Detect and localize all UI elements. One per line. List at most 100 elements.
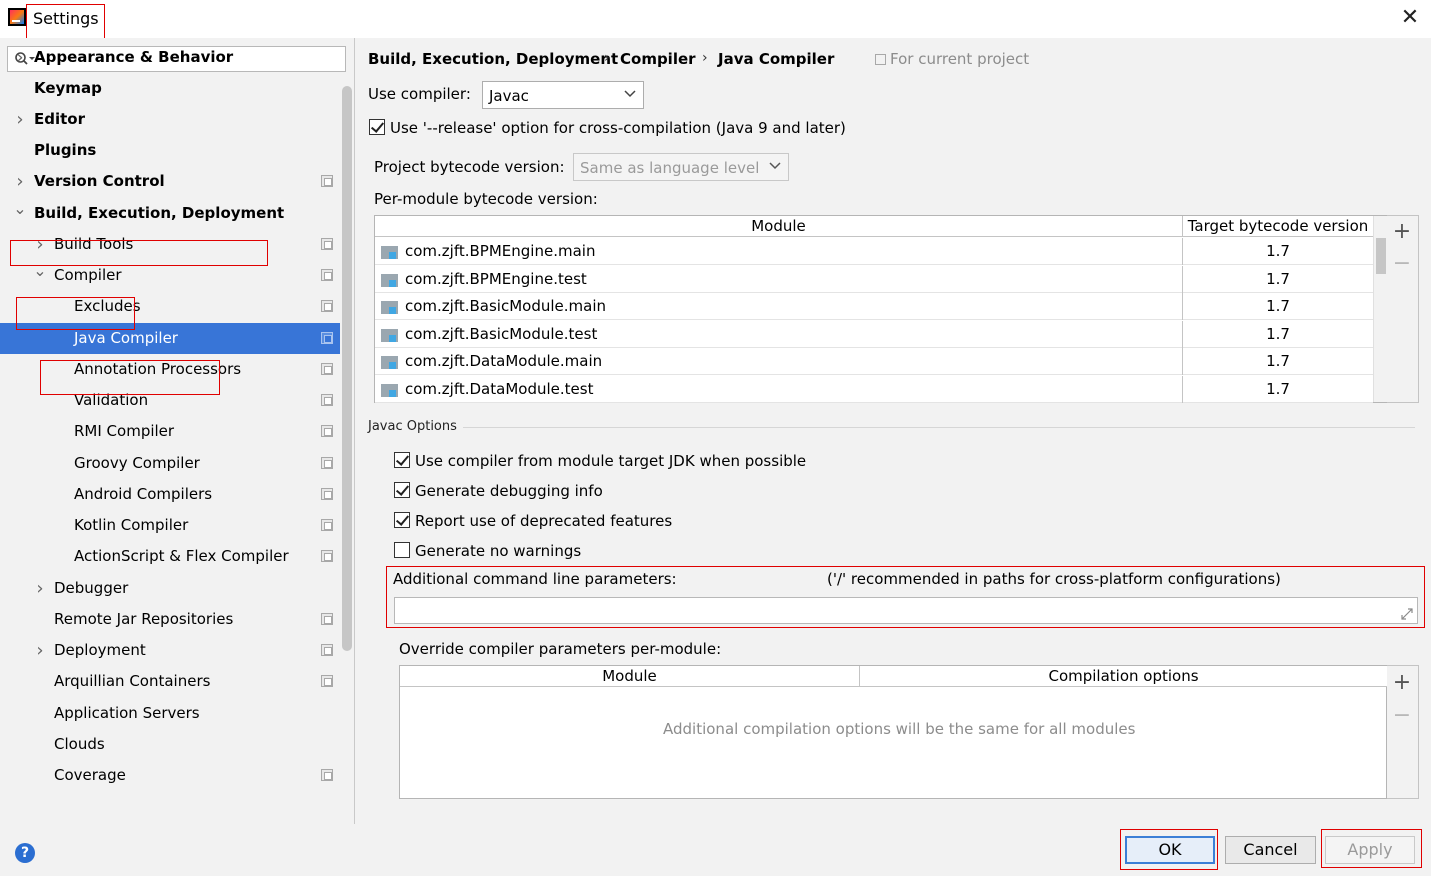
target-version[interactable]: 1.7	[1183, 376, 1373, 403]
chevron-right-icon[interactable]: ›	[33, 573, 47, 604]
override-module-column-header[interactable]: Module	[400, 666, 859, 687]
tree-item-label: Version Control	[34, 172, 165, 190]
no-warnings-label: Generate no warnings	[415, 542, 582, 560]
breadcrumb-build-execution[interactable]: Build, Execution, Deployment	[368, 50, 618, 68]
release-option-checkbox[interactable]	[369, 119, 385, 135]
module-table-toolbar: + −	[1387, 215, 1419, 403]
chevron-down-icon[interactable]: ⌄	[33, 260, 47, 282]
deprecated-features-label: Report use of deprecated features	[415, 512, 673, 530]
remove-module-button[interactable]: −	[1387, 250, 1417, 278]
module-column-header[interactable]: Module	[375, 216, 1182, 237]
help-button[interactable]: ?	[15, 843, 35, 863]
module-bytecode-table: Module Target bytecode version com.zjft.…	[374, 215, 1387, 403]
table-row[interactable]: com.zjft.BasicModule.test 1.7	[375, 320, 1373, 348]
tree-item-label: Debugger	[54, 579, 129, 597]
breadcrumb-compiler[interactable]: Compiler	[620, 50, 696, 68]
target-version[interactable]: 1.7	[1183, 266, 1373, 293]
debugging-info-checkbox[interactable]	[394, 482, 410, 498]
tree-item[interactable]: Kotlin Compiler	[0, 510, 340, 541]
tree-item[interactable]: › Build Tools	[0, 229, 340, 260]
chevron-right-icon[interactable]: ›	[13, 104, 27, 135]
tree-item[interactable]: Application Servers	[0, 698, 340, 729]
target-version[interactable]: 1.7	[1183, 321, 1373, 348]
tree-item[interactable]: › Debugger	[0, 573, 340, 604]
tree-item[interactable]: Plugins	[0, 135, 340, 166]
tree-item[interactable]: › Version Control	[0, 166, 340, 197]
target-version[interactable]: 1.7	[1183, 348, 1373, 375]
settings-tree-panel: › Appearance & Behavior Keymap › Editor Plugi…	[0, 38, 354, 824]
module-target-jdk-checkbox[interactable]	[394, 452, 410, 468]
tree-item[interactable]: Validation	[0, 385, 340, 416]
tree-item[interactable]: Annotation Processors	[0, 354, 340, 385]
target-version-column-header[interactable]: Target bytecode version	[1183, 216, 1373, 237]
target-version[interactable]: 1.7	[1183, 238, 1373, 265]
chevron-right-icon[interactable]: ›	[13, 166, 27, 197]
remove-override-button[interactable]: −	[1387, 702, 1417, 730]
table-row[interactable]: com.zjft.BPMEngine.test 1.7	[375, 265, 1373, 293]
target-version[interactable]: 1.7	[1183, 293, 1373, 320]
tree-item[interactable]: ⌄ Compiler	[0, 260, 340, 291]
tree-item[interactable]: Coverage	[0, 760, 340, 791]
tree-item[interactable]: Arquillian Containers	[0, 666, 340, 697]
project-scope-icon	[321, 675, 333, 687]
module-folder-icon	[381, 246, 398, 259]
add-module-button[interactable]: +	[1387, 218, 1417, 246]
tree-item[interactable]: ActionScript & Flex Compiler	[0, 541, 340, 572]
table-scrollbar-thumb[interactable]	[1376, 238, 1386, 274]
debugging-info-label: Generate debugging info	[415, 482, 603, 500]
tree-item-label: RMI Compiler	[74, 422, 175, 440]
table-row[interactable]: com.zjft.DataModule.main 1.7	[375, 348, 1373, 375]
override-empty-text: Additional compilation options will be t…	[663, 720, 1136, 738]
tree-item[interactable]: RMI Compiler	[0, 416, 340, 447]
module-folder-icon	[381, 328, 398, 342]
tree-item[interactable]: › Editor	[0, 104, 340, 135]
compilation-options-column-header[interactable]: Compilation options	[860, 666, 1387, 687]
deprecated-features-checkbox[interactable]	[394, 512, 410, 528]
cmdline-params-input[interactable]	[394, 597, 1418, 624]
tree-item[interactable]: Clouds	[0, 729, 340, 760]
chevron-right-icon[interactable]: ›	[13, 42, 27, 73]
apply-button[interactable]: Apply	[1325, 836, 1415, 864]
bytecode-version-select[interactable]: Same as language level	[573, 153, 789, 181]
cmdline-params-label: Additional command line parameters:	[393, 570, 677, 588]
tree-scrollbar-thumb[interactable]	[342, 86, 352, 651]
close-icon[interactable]: ✕	[1398, 6, 1422, 30]
tree-item[interactable]: Excludes	[0, 291, 340, 322]
tree-item[interactable]: Remote Jar Repositories	[0, 604, 340, 635]
tree-item-label: Keymap	[34, 79, 102, 97]
cancel-button[interactable]: Cancel	[1225, 836, 1316, 864]
table-row[interactable]: com.zjft.BasicModule.main 1.7	[375, 293, 1373, 320]
tree-item[interactable]: Groovy Compiler	[0, 448, 340, 479]
table-row[interactable]: com.zjft.DataModule.test 1.7	[375, 375, 1373, 403]
project-scope-icon	[321, 550, 333, 562]
tree-item[interactable]: › Deployment	[0, 635, 340, 666]
ok-button[interactable]: OK	[1125, 836, 1215, 864]
chevron-right-icon[interactable]: ›	[33, 635, 47, 666]
chevron-right-icon[interactable]: ›	[33, 229, 47, 260]
tree-item[interactable]: › Appearance & Behavior	[0, 42, 340, 73]
table-scrollbar[interactable]	[1373, 216, 1387, 402]
compiler-select[interactable]: Javac	[482, 81, 644, 109]
tree-item-label: Compiler	[54, 266, 122, 284]
no-warnings-checkbox[interactable]	[394, 542, 410, 558]
tree-item[interactable]: Java Compiler	[0, 323, 340, 354]
expand-icon[interactable]	[1400, 607, 1414, 621]
table-row[interactable]: com.zjft.BPMEngine.main 1.7	[375, 238, 1373, 265]
module-folder-icon	[381, 356, 398, 369]
tree-item[interactable]: Android Compilers	[0, 479, 340, 510]
tree-item-label: Build Tools	[54, 235, 134, 253]
project-scope-icon	[321, 175, 333, 187]
add-override-button[interactable]: +	[1387, 669, 1417, 697]
tree-item-label: Deployment	[54, 641, 146, 659]
module-folder-icon	[381, 273, 398, 287]
bytecode-version-value: Same as language level	[580, 159, 760, 177]
project-scope-icon	[321, 363, 333, 375]
tree-item[interactable]: Keymap	[0, 73, 340, 104]
compiler-select-value: Javac	[489, 87, 529, 105]
project-scope-icon	[875, 54, 886, 65]
project-scope-icon	[321, 425, 333, 437]
chevron-down-icon[interactable]: ⌄	[13, 198, 27, 220]
chevron-down-icon	[624, 90, 636, 98]
intellij-logo-icon	[8, 8, 26, 26]
tree-item[interactable]: ⌄ Build, Execution, Deployment	[0, 198, 340, 229]
